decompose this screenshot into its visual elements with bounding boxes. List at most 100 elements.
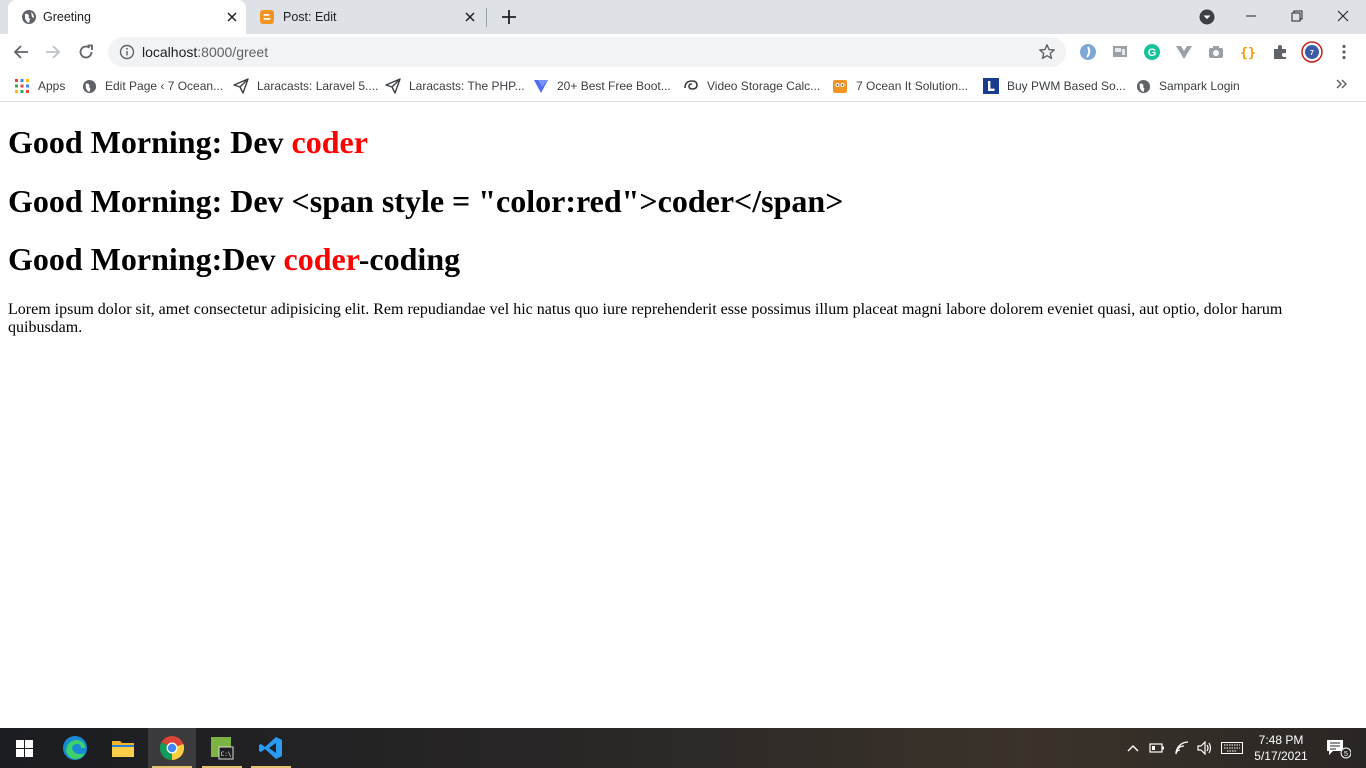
battery-icon[interactable] [1148, 728, 1166, 768]
camera-icon[interactable] [1207, 43, 1225, 61]
blogger-icon [260, 10, 274, 24]
browser-toolbar: localhost:8000/greet G {} 7 [0, 34, 1366, 70]
bookmarks-bar: Apps Edit Page ‹ 7 Ocean... Laracasts: L… [0, 70, 1366, 102]
address-bar[interactable]: localhost:8000/greet [108, 37, 1066, 67]
edge-icon [63, 736, 87, 760]
extensions-puzzle-icon[interactable] [1271, 43, 1289, 61]
lorem-paragraph: Lorem ipsum dolor sit, amet consectetur … [8, 301, 1283, 336]
greeting-heading-rendered: Good Morning: Dev coder [8, 124, 368, 161]
site-info-icon[interactable] [119, 44, 135, 60]
taskbar-terminal[interactable]: C:\ [198, 728, 246, 768]
bookmarks-overflow-chevron-icon[interactable] [1334, 76, 1350, 92]
tab-close-icon[interactable] [461, 8, 479, 26]
bookmark-laracasts-laravel[interactable]: Laracasts: Laravel 5.... [233, 76, 378, 96]
extension-blue-circle-icon[interactable] [1079, 43, 1097, 61]
terminal-icon: C:\ [211, 737, 234, 760]
bookmark-7-ocean-it[interactable]: 7 Ocean It Solution... [832, 76, 968, 96]
svg-text:7: 7 [1310, 50, 1314, 57]
bookmark-buy-pwm[interactable]: Buy PWM Based So... [983, 76, 1126, 96]
bookmark-label: Buy PWM Based So... [1007, 79, 1126, 93]
svg-text:C:\: C:\ [221, 751, 232, 758]
url-path: :8000/greet [197, 44, 269, 60]
tab-title: Post: Edit [283, 10, 337, 24]
page-content: Good Morning: Dev coder Good Morning: De… [0, 103, 1366, 728]
taskbar-file-explorer[interactable] [99, 728, 147, 768]
bookmark-label: 20+ Best Free Boot... [557, 79, 671, 93]
notification-center-icon[interactable]: 5 [1318, 728, 1358, 768]
forward-arrow-icon [46, 45, 61, 59]
keyboard-icon[interactable] [1219, 728, 1245, 768]
json-braces-icon[interactable]: {} [1239, 43, 1257, 61]
tab-search-chevron-icon[interactable] [1198, 8, 1216, 26]
bookmark-label: Laracasts: Laravel 5.... [257, 79, 379, 93]
owl-icon [832, 78, 848, 94]
bookmark-label: Edit Page ‹ 7 Ocean... [105, 79, 224, 93]
send-icon [233, 78, 249, 94]
bookmark-label: Laracasts: The PHP... [409, 79, 525, 93]
tab-greeting[interactable]: Greeting [8, 0, 246, 34]
bookmark-arrow-icon [533, 78, 549, 94]
bookmark-video-storage[interactable]: Video Storage Calc... [683, 76, 820, 96]
volume-icon[interactable] [1195, 728, 1215, 768]
tray-overflow-chevron-icon[interactable] [1124, 728, 1142, 768]
bookmark-label: 7 Ocean It Solution... [856, 79, 969, 93]
highlight-word: coder [291, 124, 368, 160]
heading-suffix: -coding [358, 241, 461, 277]
heading-text: Good Morning: Dev <span style = "color:r… [8, 183, 844, 219]
restore-button[interactable] [1274, 0, 1320, 32]
send-icon [385, 78, 401, 94]
browser-menu-icon[interactable] [1335, 43, 1353, 61]
minimize-button[interactable] [1228, 0, 1274, 32]
letter-l-icon [983, 78, 999, 94]
bookmark-sampark-login[interactable]: Sampark Login [1135, 76, 1240, 96]
notification-count: 5 [1344, 751, 1348, 758]
reload-icon [79, 44, 93, 59]
tab-strip: Greeting Post: Edit [0, 0, 1366, 34]
bookmark-laracasts-php[interactable]: Laracasts: The PHP... [385, 76, 525, 96]
taskbar-chrome[interactable] [148, 728, 196, 768]
system-clock[interactable]: 7:48 PM 5/17/2021 [1248, 732, 1314, 764]
clock-date: 5/17/2021 [1254, 749, 1308, 763]
folder-icon [112, 741, 134, 757]
start-button[interactable] [0, 728, 48, 768]
globe-icon [81, 78, 97, 94]
bookmark-label: Apps [38, 79, 66, 93]
heading-text: Good Morning: Dev [8, 124, 292, 160]
grammarly-icon[interactable]: G [1143, 43, 1161, 61]
greeting-heading-coding: Good Morning:Dev coder-coding [8, 241, 460, 278]
back-button[interactable] [10, 41, 32, 63]
taskbar-vscode[interactable] [247, 728, 295, 768]
svg-text:G: G [1148, 47, 1157, 59]
url-text[interactable]: localhost:8000/greet [142, 44, 268, 60]
swirl-icon [683, 78, 699, 94]
windows-logo-icon [15, 739, 33, 757]
close-window-button[interactable] [1320, 0, 1366, 32]
forward-button[interactable] [42, 41, 64, 63]
greeting-heading-escaped: Good Morning: Dev <span style = "color:r… [8, 183, 843, 220]
bookmark-apps[interactable]: Apps [14, 76, 65, 96]
globe-icon [1135, 78, 1151, 94]
tab-title: Greeting [43, 10, 91, 24]
globe-icon [22, 10, 36, 24]
bookmark-edit-page[interactable]: Edit Page ‹ 7 Ocean... [81, 76, 223, 96]
tab-post-edit[interactable]: Post: Edit [248, 0, 484, 34]
heading-text: Good Morning:Dev [8, 241, 284, 277]
vue-devtools-icon[interactable] [1175, 43, 1193, 61]
new-tab-plus-icon[interactable] [499, 7, 519, 27]
vscode-icon [259, 737, 282, 759]
bookmark-star-icon[interactable] [1038, 43, 1056, 61]
url-host: localhost [142, 44, 198, 60]
highlight-word: coder [283, 241, 359, 277]
wifi-icon[interactable] [1172, 728, 1192, 768]
chrome-icon [159, 736, 185, 761]
reload-button[interactable] [75, 41, 97, 63]
profile-avatar-icon[interactable]: 7 [1301, 41, 1323, 63]
tab-close-icon[interactable] [223, 8, 241, 26]
back-arrow-icon [13, 45, 28, 59]
taskbar-edge[interactable] [51, 728, 99, 768]
svg-text:{}: {} [1240, 46, 1256, 61]
extension-image-icon[interactable] [1111, 43, 1129, 61]
clock-time: 7:48 PM [1258, 733, 1304, 747]
windows-taskbar: C:\ 7:48 PM 5/17/2021 5 [0, 728, 1366, 768]
bookmark-best-free-boot[interactable]: 20+ Best Free Boot... [533, 76, 671, 96]
